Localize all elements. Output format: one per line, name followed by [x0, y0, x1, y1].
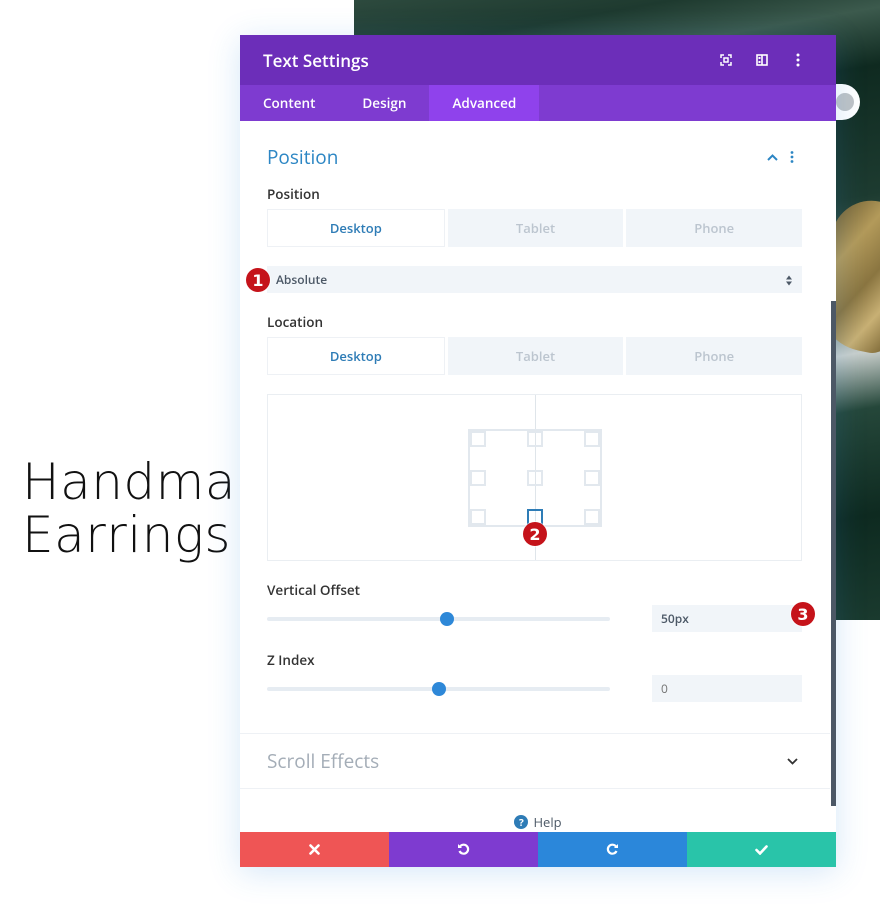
position-section-header[interactable]: Position	[267, 121, 802, 193]
globe-icon	[836, 93, 854, 111]
location-tab-phone[interactable]: Phone	[626, 337, 803, 375]
position-device-tabs: Desktop Tablet Phone	[267, 209, 803, 247]
slider-thumb[interactable]	[440, 612, 455, 626]
location-top-right[interactable]	[584, 431, 600, 447]
position-tab-phone[interactable]: Phone	[626, 209, 803, 247]
chevron-down-icon[interactable]	[782, 751, 802, 771]
scroll-effects-section: Scroll Effects	[240, 734, 836, 788]
check-icon	[755, 844, 768, 855]
section-divider	[240, 788, 830, 789]
annotation-badge-2: 2	[523, 522, 547, 546]
location-bottom-left[interactable]	[470, 509, 486, 525]
section-title: Scroll Effects	[267, 748, 380, 774]
scroll-effects-header[interactable]: Scroll Effects	[267, 734, 802, 788]
cancel-button[interactable]	[240, 832, 389, 867]
position-select[interactable]: Absolute	[267, 266, 802, 293]
vertical-offset-label: Vertical Offset	[267, 581, 361, 599]
location-top-left[interactable]	[470, 431, 486, 447]
location-device-tabs: Desktop Tablet Phone	[267, 337, 803, 375]
redo-icon	[606, 843, 618, 855]
location-tab-tablet[interactable]: Tablet	[447, 337, 624, 375]
position-tab-tablet[interactable]: Tablet	[447, 209, 624, 247]
tab-advanced[interactable]: Advanced	[429, 85, 540, 121]
modal-header: Text Settings	[240, 35, 836, 85]
undo-button[interactable]	[389, 832, 538, 867]
chevron-up-icon[interactable]	[762, 147, 782, 167]
location-label: Location	[267, 313, 324, 331]
location-center-right[interactable]	[584, 470, 600, 486]
annotation-badge-3: 3	[791, 602, 815, 626]
expand-icon[interactable]	[711, 45, 741, 75]
location-top-center[interactable]	[527, 431, 543, 447]
section-title: Position	[267, 144, 339, 170]
z-index-row	[267, 675, 802, 702]
help-link[interactable]: ? Help	[240, 812, 836, 832]
z-index-slider[interactable]	[267, 675, 610, 702]
help-icon: ?	[514, 815, 529, 829]
z-index-label: Z Index	[267, 651, 315, 669]
text-settings-modal: Text Settings Content Design Advanced Po…	[240, 35, 836, 867]
modal-footer	[240, 832, 836, 867]
location-center-left[interactable]	[470, 470, 486, 486]
location-tab-desktop[interactable]: Desktop	[267, 337, 445, 375]
modal-tabs: Content Design Advanced	[240, 85, 836, 121]
save-button[interactable]	[687, 832, 836, 867]
vertical-offset-slider[interactable]	[267, 605, 610, 632]
section-options-icon[interactable]	[782, 151, 802, 163]
vertical-offset-row	[267, 605, 802, 632]
location-grid	[468, 429, 602, 527]
redo-button[interactable]	[538, 832, 687, 867]
split-view-icon[interactable]	[747, 45, 777, 75]
close-icon	[309, 844, 320, 855]
vertical-offset-input[interactable]	[652, 605, 802, 632]
tab-content[interactable]: Content	[240, 85, 339, 121]
z-index-input[interactable]	[652, 675, 802, 702]
location-bottom-right[interactable]	[584, 509, 600, 525]
select-arrows-icon	[786, 273, 792, 290]
help-label: Help	[533, 813, 562, 831]
modal-title: Text Settings	[263, 48, 369, 72]
slider-track	[267, 617, 610, 621]
tab-design[interactable]: Design	[339, 85, 429, 121]
position-section: Position Position Desktop Tablet Phone A…	[240, 121, 836, 733]
position-tab-desktop[interactable]: Desktop	[267, 209, 445, 247]
modal-body: Position Position Desktop Tablet Phone A…	[240, 121, 836, 832]
position-select-value: Absolute	[276, 271, 328, 288]
position-label: Position	[267, 185, 320, 203]
annotation-badge-1: 1	[246, 268, 270, 292]
location-center-center[interactable]	[527, 470, 543, 486]
slider-thumb[interactable]	[431, 682, 446, 696]
scrollbar[interactable]	[831, 301, 836, 806]
more-vertical-icon[interactable]	[783, 45, 813, 75]
undo-icon	[458, 843, 470, 855]
